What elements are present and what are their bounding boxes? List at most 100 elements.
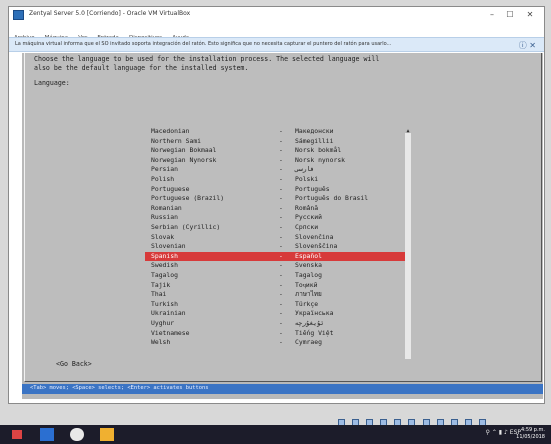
language-native-name: ئۇيغۇرچە: [295, 319, 325, 327]
minimize-button[interactable]: –: [485, 9, 499, 21]
language-native-name: Polski: [295, 175, 319, 183]
language-option[interactable]: Norwegian Bokmaal - Norsk bokmål: [145, 146, 411, 155]
language-native-name: Română: [295, 203, 319, 212]
virtualbox-taskbar-icon[interactable]: [100, 428, 114, 441]
language-option[interactable]: Persian - فارسی: [145, 165, 411, 174]
language-separator: -: [279, 232, 283, 241]
language-separator: -: [279, 184, 283, 193]
language-separator: -: [279, 338, 283, 347]
language-native-name: Español: [295, 251, 322, 260]
file-explorer-icon[interactable]: [40, 428, 54, 441]
language-option[interactable]: Portuguese - Português: [145, 185, 411, 194]
language-native-name: Українська: [295, 309, 334, 318]
language-english-name: Polish: [151, 175, 175, 183]
language-native-name: فارسی: [295, 165, 315, 174]
language-separator: -: [279, 242, 283, 251]
notice-text: La máquina virtual informa que el SO inv…: [15, 41, 392, 47]
language-option[interactable]: Slovenian - Slovenščina: [145, 242, 411, 251]
language-option-selected[interactable]: Spanish - Español: [145, 251, 411, 261]
language-native-name: Тоҷикӣ: [295, 280, 318, 289]
language-option[interactable]: Swedish - Svenska: [145, 261, 411, 270]
menu-bar: Archivo Máquina Ver Entrada Dispositivos…: [9, 24, 544, 41]
start-icon[interactable]: [10, 428, 24, 441]
taskbar-clock[interactable]: 4:59 p.m. 11/05/2018: [516, 427, 545, 441]
language-option[interactable]: Thai - ภาษาไทย: [145, 290, 411, 299]
language-native-name: Norsk bokmål: [295, 146, 342, 155]
language-native-name: Slovenščina: [295, 242, 338, 251]
language-separator: -: [279, 261, 283, 270]
go-back-button[interactable]: <Go Back>: [56, 360, 92, 368]
language-english-name: Norwegian Nynorsk: [151, 155, 217, 164]
language-native-name: Српски: [295, 223, 319, 231]
language-separator: -: [279, 146, 283, 155]
tray-people-icon[interactable]: ⚲: [486, 429, 490, 436]
language-separator: -: [279, 194, 283, 203]
tray-chevron-icon[interactable]: ⌃: [492, 429, 497, 436]
maximize-button[interactable]: ☐: [503, 9, 517, 21]
language-option[interactable]: Ukrainian - Українська: [145, 309, 411, 318]
language-native-name: Português: [295, 184, 330, 193]
language-option[interactable]: Tagalog - Tagalog: [145, 271, 411, 280]
language-separator: -: [279, 155, 283, 164]
language-native-name: Türkçe: [295, 299, 319, 308]
language-native-name: Tiếng Việt: [295, 328, 334, 337]
vm-display[interactable]: Choose the language to be used for the i…: [22, 53, 543, 399]
language-english-name: Welsh: [151, 338, 171, 347]
language-native-name: Македонски: [295, 127, 334, 135]
language-option[interactable]: Polish - Polski: [145, 175, 411, 184]
language-english-name: Tagalog: [151, 271, 178, 279]
language-native-name: Sámegillii: [295, 136, 334, 145]
language-english-name: Uyghur: [151, 319, 175, 327]
language-english-name: Slovenian: [151, 242, 186, 251]
tray-volume-icon[interactable]: ♪: [504, 429, 508, 436]
language-option[interactable]: Russian - Русский: [145, 213, 411, 222]
language-english-name: Ukrainian: [151, 309, 186, 318]
language-option[interactable]: Portuguese (Brazil) - Português do Brasil: [145, 194, 411, 203]
notice-buttons: ⓘ ✕: [519, 40, 536, 51]
language-separator: -: [279, 213, 283, 222]
language-option[interactable]: Welsh - Cymraeg: [145, 338, 411, 347]
language-english-name: Northern Sami: [151, 136, 202, 145]
language-option[interactable]: Slovak - Slovenčina: [145, 233, 411, 242]
language-separator: -: [279, 165, 283, 174]
language-option[interactable]: Uyghur - ئۇيغۇرچە: [145, 319, 411, 328]
close-button[interactable]: ✕: [523, 9, 537, 21]
language-separator: -: [279, 175, 283, 183]
language-option[interactable]: Macedonian - Македонски: [145, 127, 411, 136]
language-native-name: Cymraeg: [295, 338, 322, 347]
installer-dialog: Choose the language to be used for the i…: [24, 53, 542, 382]
browser-icon[interactable]: [70, 428, 84, 441]
language-option[interactable]: Norwegian Nynorsk - Norsk nynorsk: [145, 156, 411, 165]
title-bar: Zentyal Server 5.0 [Corriendo] - Oracle …: [9, 7, 544, 24]
language-option[interactable]: Tajik - Тоҷикӣ: [145, 281, 411, 290]
language-separator: -: [279, 223, 283, 231]
installer-description: Choose the language to be used for the i…: [34, 55, 380, 72]
notice-close-icon[interactable]: ✕: [529, 41, 536, 50]
language-separator: -: [279, 328, 283, 337]
language-label: Language:: [34, 79, 70, 87]
clock-time: 4:59 p.m.: [520, 427, 545, 433]
window-title: Zentyal Server 5.0 [Corriendo] - Oracle …: [29, 10, 191, 17]
tray-network-icon[interactable]: ▮: [499, 429, 502, 436]
language-separator: -: [279, 319, 283, 327]
language-native-name: Svenska: [295, 261, 322, 270]
language-list-scrollbar[interactable]: [405, 133, 411, 359]
language-english-name: Swedish: [151, 261, 178, 270]
language-english-name: Romanian: [151, 203, 182, 212]
language-option[interactable]: Romanian - Română: [145, 204, 411, 213]
language-native-name: Русский: [295, 213, 322, 222]
language-option[interactable]: Northern Sami - Sámegillii: [145, 137, 411, 146]
language-native-name: Tagalog: [295, 271, 322, 279]
language-option[interactable]: Vietnamese - Tiếng Việt: [145, 329, 411, 338]
language-native-name: ภาษาไทย: [295, 290, 322, 299]
language-english-name: Macedonian: [151, 127, 190, 135]
language-english-name: Vietnamese: [151, 328, 190, 337]
language-option[interactable]: Serbian (Cyrillic) - Српски: [145, 223, 411, 232]
language-english-name: Turkish: [151, 299, 178, 308]
language-option[interactable]: Turkish - Türkçe: [145, 300, 411, 309]
language-separator: -: [279, 290, 283, 299]
language-separator: -: [279, 251, 283, 260]
virtualbox-logo-icon: [13, 10, 24, 20]
language-list[interactable]: Macedonian - Македонски Northern Sami - Sámeg…: [145, 127, 411, 367]
notice-info-icon[interactable]: ⓘ: [519, 41, 527, 50]
